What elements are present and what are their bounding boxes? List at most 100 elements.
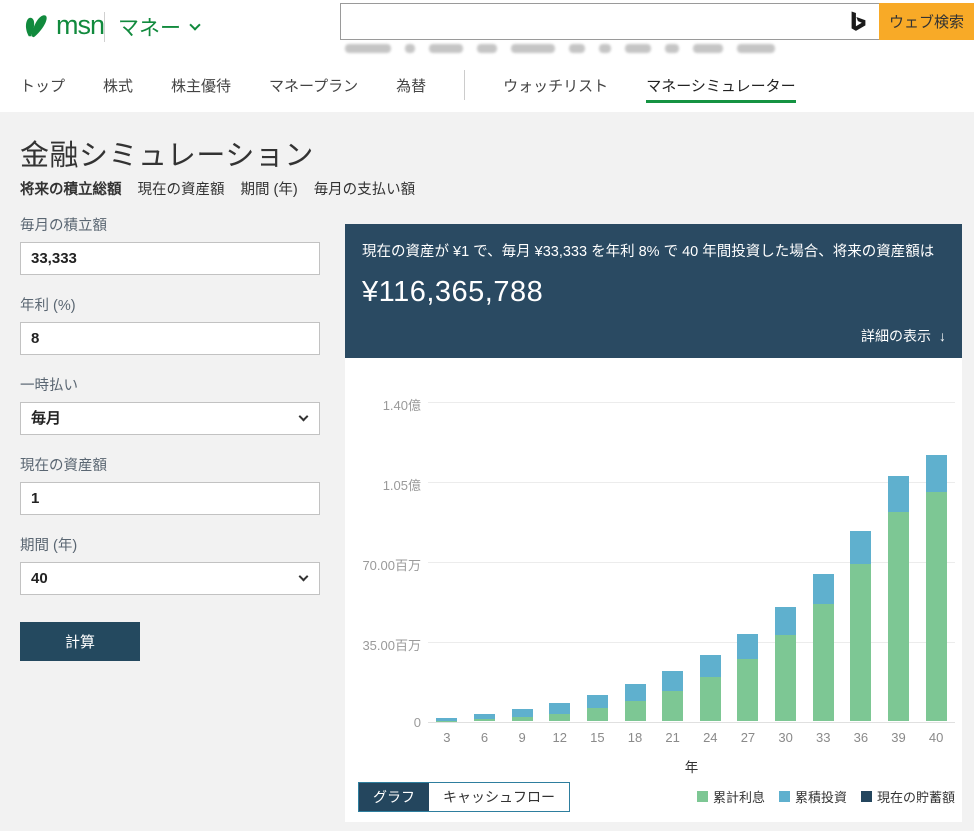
annual-rate-input[interactable] — [20, 322, 320, 355]
blurred-trending-item — [345, 44, 391, 53]
bar-stack-year-6[interactable] — [474, 714, 495, 721]
bar-stack-year-33[interactable] — [813, 574, 834, 721]
legend-label: 現在の貯蓄額 — [877, 787, 955, 806]
web-search-button[interactable]: ウェブ検索 — [879, 3, 974, 40]
blurred-trending-item — [405, 44, 415, 53]
y-tick-label: 70.00百万 — [345, 555, 421, 574]
nav-tab-株式[interactable]: 株式 — [103, 58, 133, 112]
bar-segment-累積投資 — [775, 607, 796, 634]
x-tick-label: 39 — [880, 730, 918, 745]
subtab-将来の積立総額[interactable]: 将来の積立総額 — [20, 178, 122, 199]
x-tick-label: 6 — [466, 730, 504, 745]
bar-segment-累計利息 — [625, 701, 646, 721]
result-amount: ¥116,365,788 — [362, 276, 945, 309]
chevron-down-icon — [189, 19, 200, 30]
bar-segment-累積投資 — [625, 684, 646, 700]
nav-tab-トップ[interactable]: トップ — [20, 58, 65, 112]
period-years-select-wrap: 40 — [20, 562, 320, 595]
page-title: 金融シミュレーション — [20, 132, 314, 174]
arrow-down-icon: ↓ — [939, 328, 946, 344]
bar-slot-year-24 — [691, 401, 729, 721]
simulator-subtabs: 将来の積立総額現在の資産額期間 (年) 毎月の支払い額 — [20, 178, 415, 199]
bing-icon — [847, 10, 870, 33]
y-tick-label: 35.00百万 — [345, 635, 421, 654]
calculate-button[interactable]: 計算 — [20, 622, 140, 661]
blurred-trending-item — [599, 44, 611, 53]
chart-tab-キャッシュフロー[interactable]: キャッシュフロー — [429, 783, 569, 811]
nav-tab-株主優待[interactable]: 株主優待 — [171, 58, 231, 112]
vertical-menu[interactable]: マネー — [118, 12, 199, 42]
chart-tab-グラフ[interactable]: グラフ — [359, 783, 429, 811]
nav-tab-ウォッチリスト[interactable]: ウォッチリスト — [503, 58, 608, 112]
nav-tab-マネーシミュレーター[interactable]: マネーシミュレーター — [646, 58, 795, 112]
bar-stack-year-3[interactable] — [436, 718, 457, 721]
bar-stack-year-21[interactable] — [662, 671, 683, 721]
bar-segment-累積投資 — [737, 634, 758, 659]
bar-segment-累計利息 — [888, 512, 909, 721]
page: msn マネー ウェブ検索 — [0, 0, 974, 831]
bar-segment-累計利息 — [662, 691, 683, 721]
bar-slot-year-15 — [579, 401, 617, 721]
bar-stack-year-15[interactable] — [587, 695, 608, 721]
x-axis-ticks: 3691215182124273033363940 — [428, 730, 955, 745]
bar-segment-累計利息 — [775, 635, 796, 721]
nav-tab-マネープラン[interactable]: マネープラン — [269, 58, 358, 112]
nav-tab-為替[interactable]: 為替 — [396, 58, 426, 112]
bar-stack-year-30[interactable] — [775, 607, 796, 721]
bar-stack-year-24[interactable] — [700, 655, 721, 721]
search-input[interactable] — [340, 3, 879, 40]
subtab-毎月の支払い額[interactable]: 毎月の支払い額 — [314, 178, 416, 199]
y-tick-label: 0 — [345, 715, 421, 730]
y-tick-label: 1.40億 — [345, 395, 421, 414]
blurred-trending-item — [693, 44, 723, 53]
header-top: msn マネー ウェブ検索 — [0, 0, 974, 58]
legend-item-累積投資: 累積投資 — [779, 787, 847, 806]
bar-stack-year-12[interactable] — [549, 703, 570, 721]
x-tick-label: 30 — [767, 730, 805, 745]
nav-divider — [464, 70, 465, 100]
payment-frequency-select-wrap: 毎月 — [20, 402, 320, 435]
bar-segment-累計利息 — [512, 717, 533, 721]
x-tick-label: 36 — [842, 730, 880, 745]
bar-slot-year-27 — [729, 401, 767, 721]
bar-stack-year-18[interactable] — [625, 684, 646, 721]
bar-slot-year-18 — [616, 401, 654, 721]
bar-segment-累積投資 — [888, 476, 909, 512]
msn-home-link[interactable]: msn — [20, 10, 104, 40]
x-tick-label: 18 — [616, 730, 654, 745]
gridline — [428, 722, 955, 723]
bar-series — [428, 401, 955, 721]
bar-segment-累計利息 — [587, 708, 608, 721]
current-assets-label: 現在の資産額 — [20, 454, 320, 475]
brand-divider — [104, 12, 105, 42]
blurred-trending-item — [569, 44, 585, 53]
x-tick-label: 27 — [729, 730, 767, 745]
bar-stack-year-40[interactable] — [926, 455, 947, 721]
payment-frequency-select[interactable]: 毎月 — [20, 402, 320, 435]
legend-label: 累積投資 — [795, 787, 847, 806]
legend-swatch-icon — [779, 791, 790, 802]
bar-slot-year-21 — [654, 401, 692, 721]
bar-stack-year-36[interactable] — [850, 531, 871, 721]
result-summary-text: 現在の資産が ¥1 で、毎月 ¥33,333 を年利 8% で 40 年間投資し… — [362, 242, 945, 262]
x-tick-label: 15 — [579, 730, 617, 745]
show-details-label: 詳細の表示 — [861, 326, 931, 346]
legend-label: 累計利息 — [713, 787, 765, 806]
bar-segment-累計利息 — [813, 604, 834, 721]
payment-frequency-label: 一時払い — [20, 374, 320, 395]
bar-stack-year-39[interactable] — [888, 476, 909, 721]
blurred-trending-item — [625, 44, 651, 53]
current-assets-input[interactable] — [20, 482, 320, 515]
x-axis-label: 年 — [428, 756, 955, 776]
subtab-現在の資産額[interactable]: 現在の資産額 — [138, 178, 225, 199]
chart-plot — [428, 402, 955, 722]
legend-item-現在の貯蓄額: 現在の貯蓄額 — [861, 787, 955, 806]
subtab-期間 (年)[interactable]: 期間 (年) — [241, 178, 298, 199]
period-years-select[interactable]: 40 — [20, 562, 320, 595]
bar-stack-year-9[interactable] — [512, 709, 533, 721]
show-details-link[interactable]: 詳細の表示 ↓ — [861, 326, 946, 346]
x-tick-label: 24 — [691, 730, 729, 745]
bar-stack-year-27[interactable] — [737, 634, 758, 721]
monthly-deposit-input[interactable] — [20, 242, 320, 275]
bar-slot-year-3 — [428, 401, 466, 721]
